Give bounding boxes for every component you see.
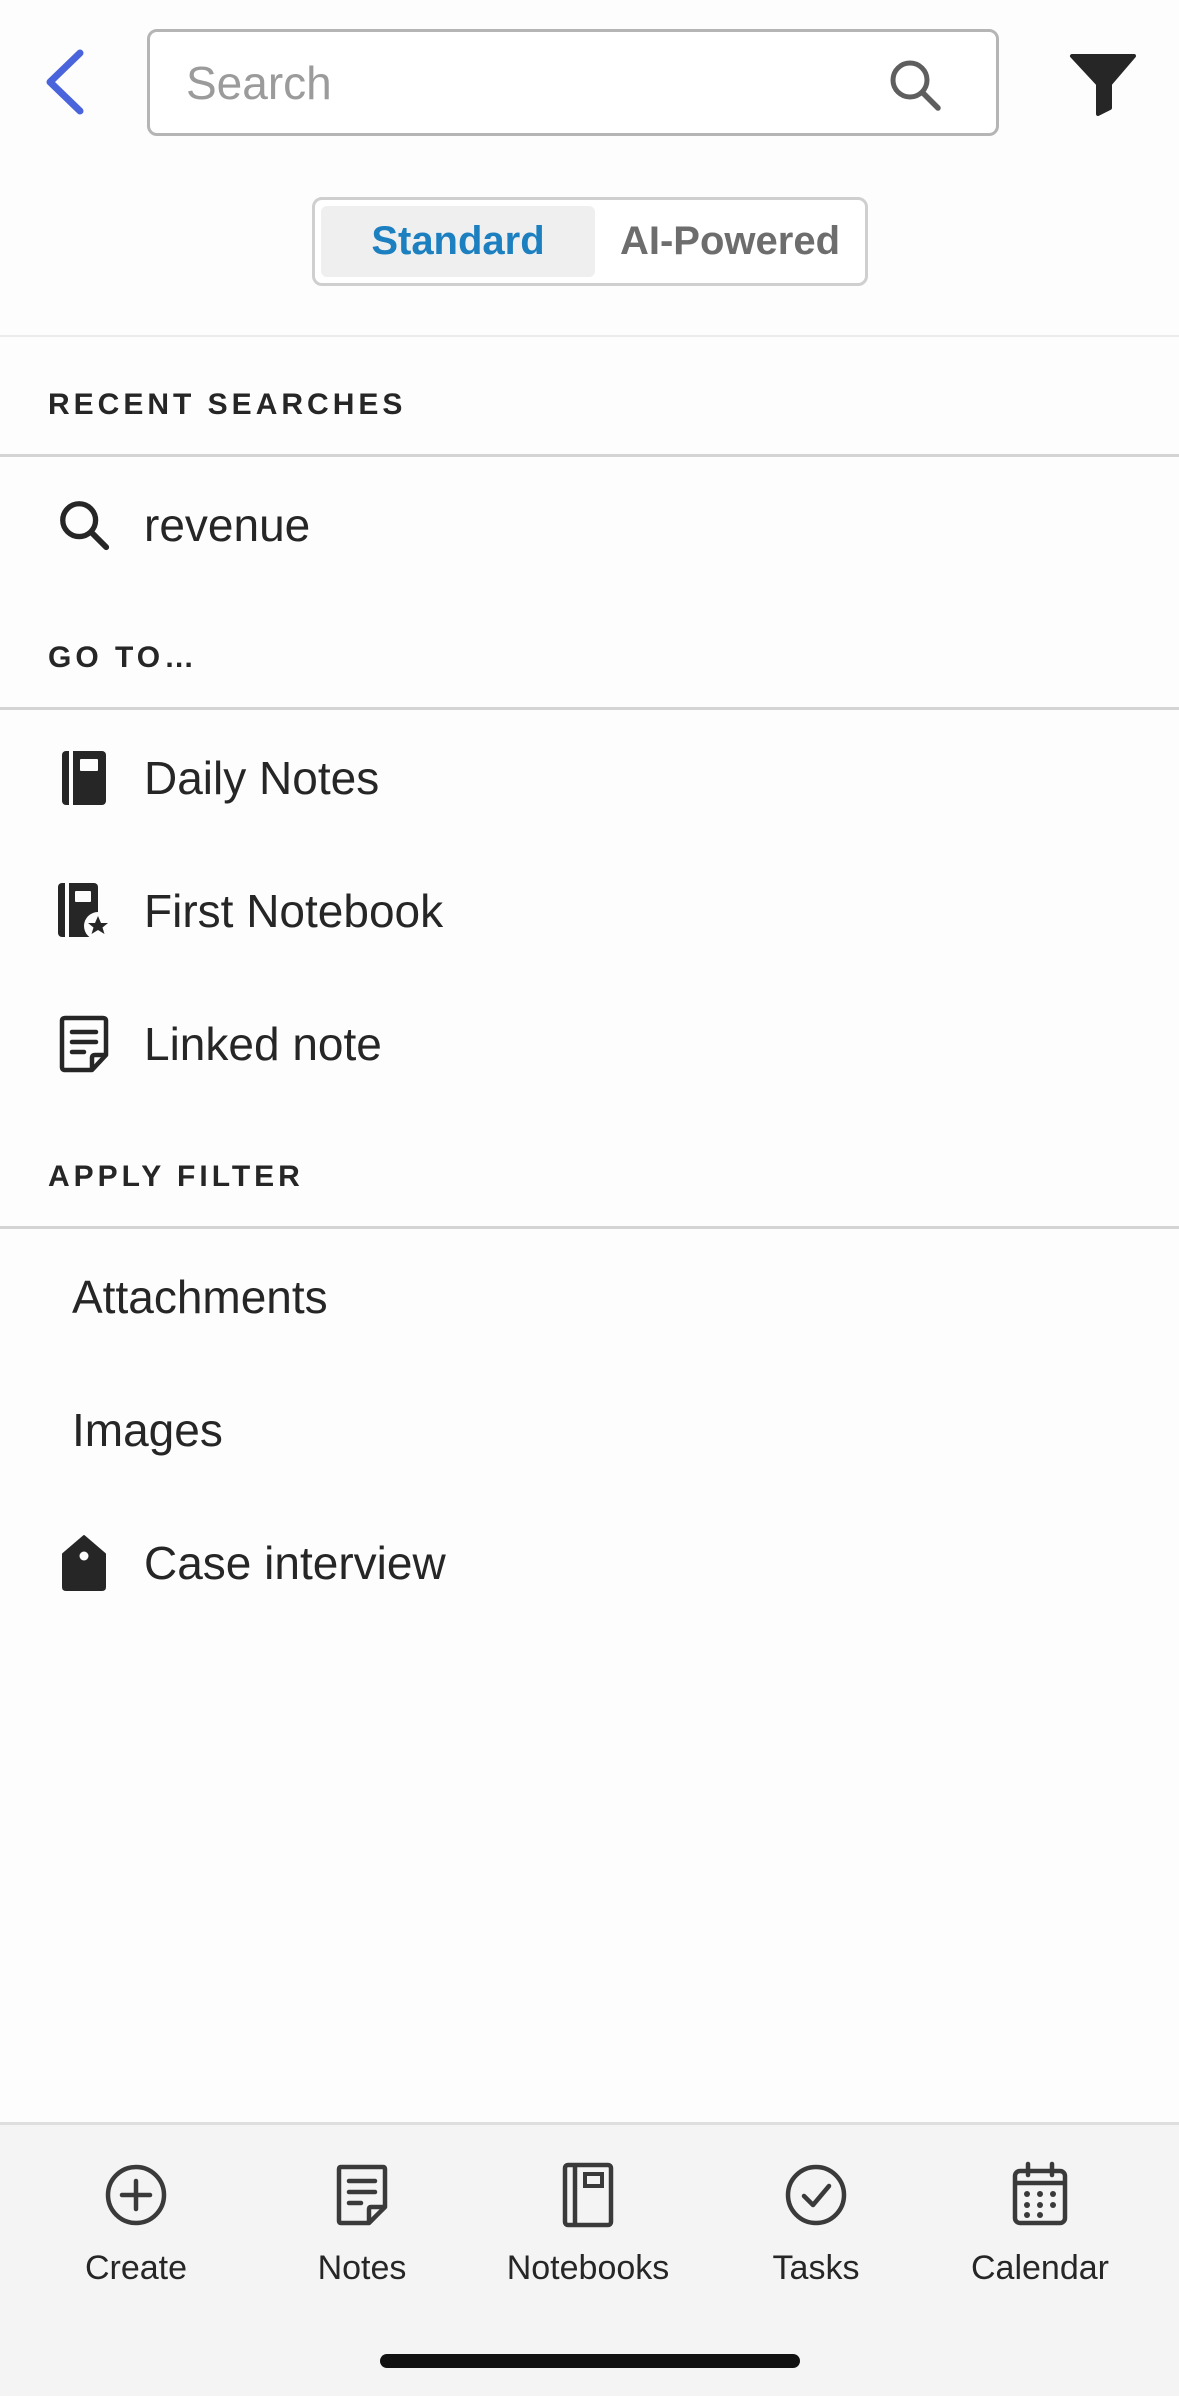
filter-item-case-interview[interactable]: Case interview [0,1508,1179,1618]
section-title-apply-filter: APPLY FILTER [48,1160,304,1193]
funnel-icon [1070,54,1136,116]
section-title-go-to: GO TO… [48,641,199,674]
note-icon [56,1012,112,1076]
back-button[interactable] [32,40,96,124]
nav-label: Notes [317,2249,407,2287]
nav-create[interactable]: Create [26,2159,246,2319]
nav-label: Notebooks [506,2249,670,2287]
section-title-recent-searches: RECENT SEARCHES [48,388,407,421]
search-icon [56,493,112,557]
goto-item-linked-note[interactable]: Linked note [0,989,1179,1099]
nav-label: Calendar [971,2249,1109,2287]
notebook-icon [562,2162,614,2228]
recent-search-item[interactable]: revenue [0,470,1179,580]
calendar-icon [1012,2161,1068,2226]
filter-item-attachments[interactable]: Attachments [0,1242,1179,1352]
goto-item-label: Linked note [144,1018,382,1070]
recent-search-label: revenue [144,499,311,551]
divider [0,335,1179,337]
top-bar [0,0,1179,160]
search-field[interactable] [147,29,999,136]
nav-notebooks[interactable]: Notebooks [478,2159,698,2319]
filter-item-label: Attachments [72,1271,328,1323]
check-circle-icon [785,2164,847,2226]
note-icon [336,2164,388,2226]
notebook-icon [56,746,112,810]
goto-item-first-notebook[interactable]: First Notebook [0,856,1179,966]
nav-calendar[interactable]: Calendar [930,2159,1150,2319]
tab-standard[interactable]: Standard [321,206,595,277]
tab-ai-powered[interactable]: AI-Powered [595,200,865,283]
nav-tasks[interactable]: Tasks [706,2159,926,2319]
plus-circle-icon [105,2164,167,2226]
nav-label: Create [84,2249,188,2287]
goto-item-daily-notes[interactable]: Daily Notes [0,723,1179,833]
chevron-left-icon [46,49,84,115]
search-icon[interactable] [888,58,942,112]
nav-label: Tasks [772,2249,860,2287]
section-divider [0,1226,1179,1229]
search-mode-toggle: Standard AI-Powered [312,197,868,286]
section-divider [0,454,1179,457]
home-indicator[interactable] [380,2354,800,2368]
notebook-star-icon [56,879,112,943]
tag-icon [56,1531,112,1595]
section-divider [0,707,1179,710]
search-input[interactable] [186,32,866,133]
filter-item-label: Case interview [144,1537,446,1589]
filter-item-label: Images [72,1404,223,1456]
nav-notes[interactable]: Notes [252,2159,472,2319]
goto-item-label: First Notebook [144,885,444,937]
search-screen: Standard AI-Powered RECENT SEARCHES reve… [0,0,1179,2396]
goto-item-label: Daily Notes [144,752,380,804]
filter-button[interactable] [1068,50,1138,116]
filter-item-images[interactable]: Images [0,1375,1179,1485]
